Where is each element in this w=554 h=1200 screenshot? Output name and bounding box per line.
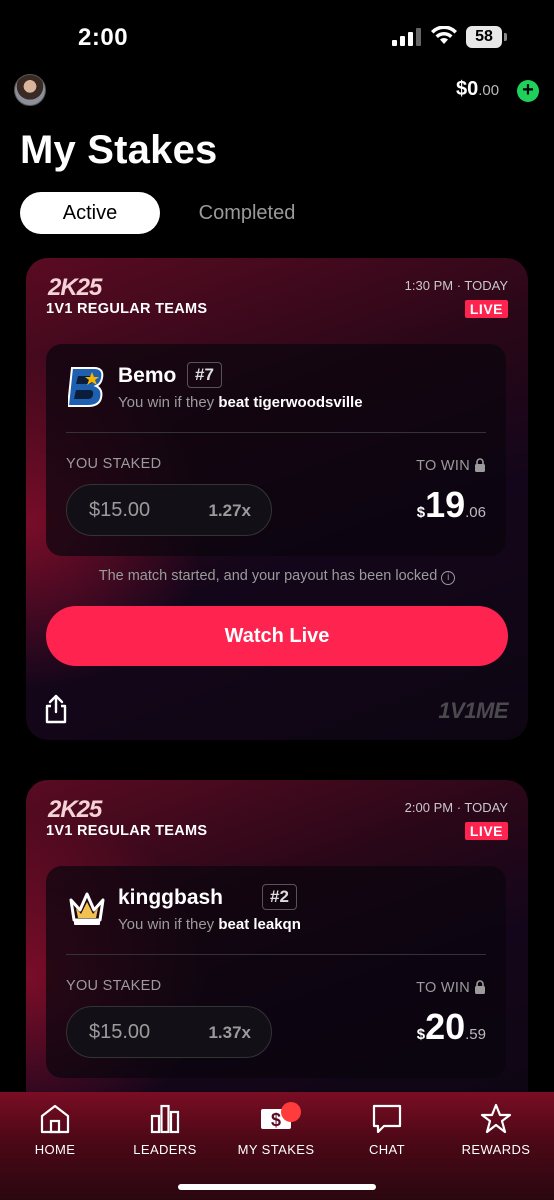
player-rank: #2 (262, 884, 297, 910)
stake-multiplier: 1.27x (208, 501, 251, 520)
home-icon (40, 1104, 70, 1134)
tab-leaders[interactable]: LEADERS (110, 1102, 220, 1157)
note-text: The match started, and your payout has b… (98, 568, 438, 584)
tab-label: HOME (34, 1142, 76, 1157)
payout-amount: $20.59 (417, 1006, 486, 1048)
live-badge: LIVE (464, 300, 508, 318)
match-time: 1:30 PM · TODAY (404, 278, 508, 293)
condition-prefix: You win if they (118, 394, 219, 411)
payout-currency: $ (416, 1026, 426, 1043)
player-name: kinggbash (118, 886, 224, 909)
live-badge: LIVE (464, 822, 508, 840)
payout-whole: 20 (425, 1006, 466, 1047)
star-icon (480, 1103, 512, 1134)
stake-card[interactable]: 2K25 1V1 REGULAR TEAMS 2:00 PM · TODAY L… (26, 780, 528, 1140)
payout-whole: 19 (425, 484, 466, 525)
avatar[interactable] (14, 74, 46, 106)
payout-amount: $19.06 (417, 484, 486, 526)
divider (66, 432, 486, 433)
battery-icon: 58 (466, 26, 502, 48)
to-win-label: TO WIN (416, 980, 486, 996)
to-win-label: TO WIN (416, 458, 486, 474)
to-win-text: TO WIN (416, 980, 470, 996)
battery-nub (504, 33, 507, 41)
team-logo-icon (68, 367, 104, 407)
tab-label: MY STAKES (237, 1142, 315, 1157)
player-rank: #7 (187, 362, 222, 388)
stake-amount-field: $15.00 1.27x (66, 484, 272, 536)
match-time: 2:00 PM · TODAY (404, 800, 508, 815)
page-title: My Stakes (20, 128, 218, 172)
add-funds-button[interactable]: + (517, 80, 539, 102)
tab-label: CHAT (368, 1142, 406, 1157)
win-condition: You win if they beat tigerwoodsville (118, 394, 363, 411)
home-indicator (178, 1184, 376, 1190)
brand-logo: 1V1ME (438, 698, 508, 723)
stake-card[interactable]: 2K25 1V1 REGULAR TEAMS 1:30 PM · TODAY L… (26, 258, 528, 740)
game-logo: 2K25 (48, 274, 102, 301)
stake-amount-field: $15.00 1.37x (66, 1006, 272, 1058)
payout-fraction: .06 (465, 504, 486, 521)
tab-chat[interactable]: CHAT (332, 1102, 442, 1157)
tab-my-stakes[interactable]: $ MY STAKES (221, 1102, 331, 1157)
crown-icon (69, 892, 105, 925)
balance-cents: .00 (478, 82, 500, 99)
stake-details: Bemo #7 You win if they beat tigerwoodsv… (46, 344, 506, 556)
player-name: Bemo (118, 364, 177, 387)
game-logo: 2K25 (48, 796, 102, 823)
chat-icon (372, 1104, 402, 1134)
tab-active[interactable]: Active (20, 192, 160, 234)
payout-currency: $ (416, 504, 426, 521)
info-icon[interactable]: i (441, 571, 456, 585)
tab-label: REWARDS (461, 1142, 531, 1157)
tab-label: LEADERS (133, 1142, 197, 1157)
condition-action: beat tigerwoodsville (218, 394, 363, 411)
status-bar: 2:00 58 (0, 0, 554, 76)
you-staked-label: YOU STAKED (66, 978, 162, 994)
game-mode: 1V1 REGULAR TEAMS (46, 823, 208, 839)
balance-whole: $0 (456, 78, 479, 100)
wallet-balance[interactable]: $0.00 (456, 78, 499, 101)
divider (66, 954, 486, 955)
condition-action: beat leakqn (218, 916, 301, 933)
you-staked-label: YOU STAKED (66, 456, 162, 472)
watch-live-button[interactable]: Watch Live (46, 606, 508, 666)
stake-amount: $15.00 (89, 1021, 151, 1043)
to-win-text: TO WIN (416, 458, 470, 474)
bar-chart-icon (150, 1104, 180, 1134)
lock-icon (475, 980, 485, 994)
tab-completed[interactable]: Completed (176, 192, 318, 234)
lock-icon (475, 458, 485, 472)
stake-multiplier: 1.37x (208, 1023, 251, 1042)
tab-home[interactable]: HOME (0, 1102, 110, 1157)
game-mode: 1V1 REGULAR TEAMS (46, 301, 208, 317)
win-condition: You win if they beat leakqn (118, 916, 301, 933)
cellular-signal-icon (392, 28, 421, 46)
share-icon[interactable] (44, 694, 68, 724)
stake-amount: $15.00 (89, 499, 151, 521)
svg-text:$: $ (271, 1110, 281, 1130)
tab-rewards[interactable]: REWARDS (441, 1102, 551, 1157)
condition-prefix: You win if they (118, 916, 219, 933)
payout-locked-note: The match started, and your payout has b… (26, 568, 528, 585)
wifi-icon (431, 26, 457, 44)
status-time: 2:00 (78, 24, 129, 51)
notification-dot (281, 1102, 301, 1122)
payout-fraction: .59 (465, 1026, 486, 1043)
stake-details: kinggbash #2 You win if they beat leakqn… (46, 866, 506, 1078)
